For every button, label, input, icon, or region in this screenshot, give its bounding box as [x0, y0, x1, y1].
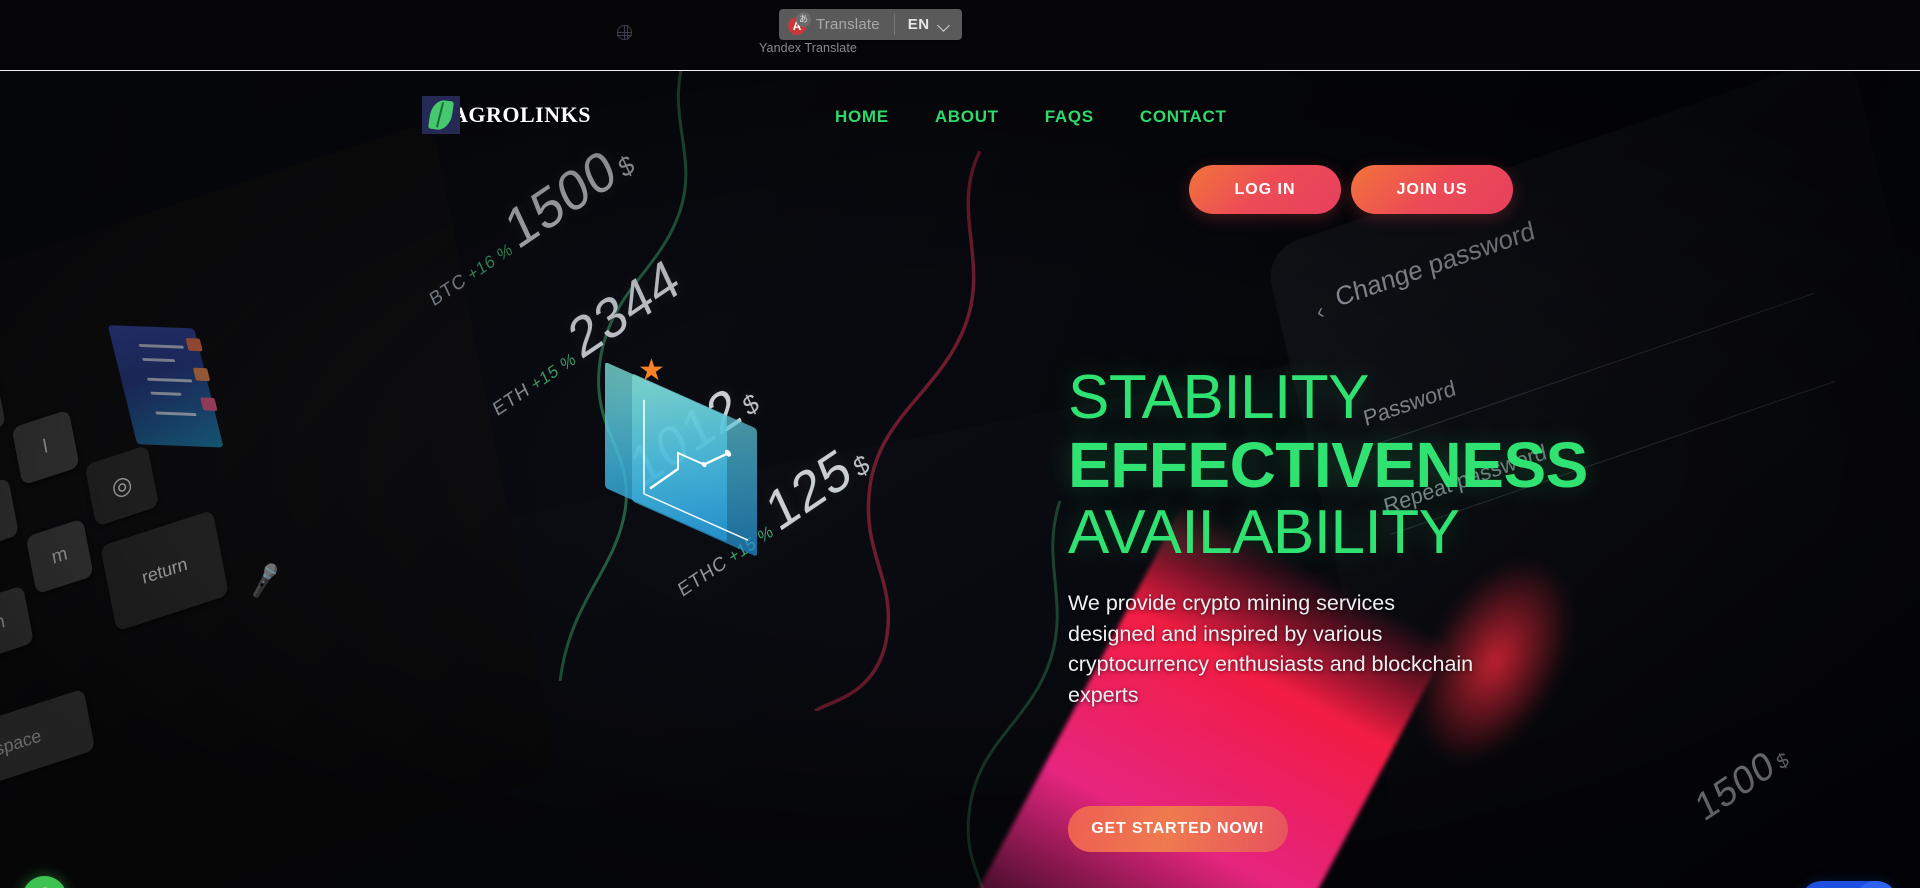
globe-icon: [616, 24, 632, 40]
translate-toggle[interactable]: A あ Translate: [779, 9, 894, 40]
nav-faqs[interactable]: FAQS: [1022, 107, 1117, 127]
translate-badge-cjk: あ: [796, 12, 811, 27]
hero-headline-line-1: STABILITY: [1068, 363, 1370, 432]
translate-icon: A あ: [788, 12, 811, 35]
get-started-button[interactable]: GET STARTED NOW!: [1068, 806, 1288, 852]
hero-headline-line-3: AVAILABILITY: [1068, 497, 1460, 567]
translate-credit: Yandex Translate: [759, 41, 857, 55]
main-navigation: HOME ABOUT FAQS CONTACT: [812, 107, 1250, 127]
whatsapp-icon[interactable]: [22, 876, 67, 888]
language-selector[interactable]: EN: [895, 9, 962, 40]
translate-label: Translate: [816, 16, 880, 33]
language-value: EN: [907, 16, 930, 33]
hero-headline-line-2: EFFECTIVENESS: [1068, 429, 1588, 502]
yandex-translate-bar: A あ Translate EN Yandex Translate: [0, 0, 1920, 71]
nav-about[interactable]: ABOUT: [912, 107, 1022, 127]
hero-content: STABILITY EFFECTIVENESS AVAILABILITY We …: [1068, 363, 1628, 710]
whatsapp-glyph: [40, 887, 49, 888]
vignette-overlay: [0, 71, 1920, 888]
chat-widget[interactable]: Chat: [1800, 881, 1898, 888]
whatsapp-widget[interactable]: GetButton: [22, 876, 67, 888]
nav-home[interactable]: HOME: [812, 107, 912, 127]
login-button[interactable]: LOG IN: [1189, 165, 1341, 214]
brand-logo[interactable]: AGROLINKS: [422, 96, 591, 134]
nav-contact[interactable]: CONTACT: [1117, 107, 1250, 127]
brand-name: AGROLINKS: [452, 102, 591, 127]
hero-stage: p o l k j m n b ◎ return space 🎤 ‹ Chang…: [0, 71, 1920, 888]
hero-paragraph: We provide crypto mining services design…: [1068, 591, 1474, 707]
leaf-icon: [422, 96, 460, 134]
chevron-down-icon: [939, 21, 950, 28]
site-header: AGROLINKS HOME ABOUT FAQS CONTACT: [0, 71, 1920, 166]
translate-widget[interactable]: A あ Translate EN: [779, 9, 962, 40]
join-us-button[interactable]: JOIN US: [1351, 165, 1513, 214]
